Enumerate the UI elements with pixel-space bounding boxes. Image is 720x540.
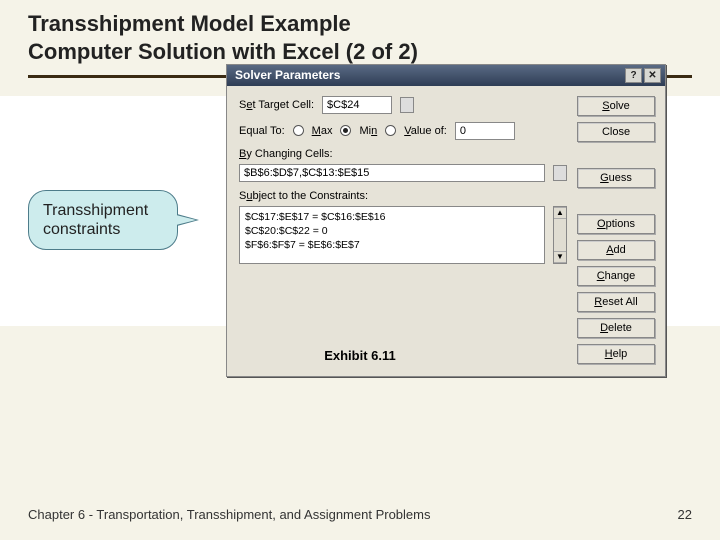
close-icon[interactable]: ✕ <box>644 68 661 83</box>
target-cell-label: Set Target Cell: <box>239 99 314 111</box>
figure-area: Transshipment constraints Solver Paramet… <box>0 96 720 326</box>
scroll-up-icon[interactable]: ▲ <box>554 207 566 219</box>
delete-button[interactable]: Delete <box>577 318 655 338</box>
changing-cells-input[interactable]: $B$6:$D$7,$C$13:$E$15 <box>239 164 545 182</box>
constraints-listbox[interactable]: $C$17:$E$17 = $C$16:$E$16 $C$20:$C$22 = … <box>239 206 545 264</box>
title-line-1: Transshipment Model Example <box>28 10 692 38</box>
solver-dialog: Solver Parameters ? ✕ Set Target Cell: $… <box>226 64 666 377</box>
page-number: 22 <box>678 507 692 522</box>
help-icon[interactable]: ? <box>625 68 642 83</box>
footer-text: Chapter 6 - Transportation, Transshipmen… <box>28 507 430 522</box>
help-button[interactable]: Help <box>577 344 655 364</box>
radio-max[interactable] <box>293 125 304 136</box>
add-button[interactable]: Add <box>577 240 655 260</box>
reset-all-button[interactable]: Reset All <box>577 292 655 312</box>
dialog-title: Solver Parameters <box>235 68 340 82</box>
constraint-row[interactable]: $C$17:$E$17 = $C$16:$E$16 <box>245 210 539 224</box>
radio-valueof[interactable] <box>385 125 396 136</box>
scroll-down-icon[interactable]: ▼ <box>554 251 566 263</box>
max-label: Max <box>312 125 333 137</box>
target-cell-input[interactable]: $C$24 <box>322 96 392 114</box>
change-button[interactable]: Change <box>577 266 655 286</box>
footer: Chapter 6 - Transportation, Transshipmen… <box>28 507 692 522</box>
constraint-row[interactable]: $C$20:$C$22 = 0 <box>245 224 539 238</box>
radio-min[interactable] <box>340 125 351 136</box>
title-block: Transshipment Model Example Computer Sol… <box>28 10 692 65</box>
constraints-label: Subject to the Constraints: <box>239 190 567 202</box>
close-button[interactable]: Close <box>577 122 655 142</box>
guess-button[interactable]: Guess <box>577 168 655 188</box>
equal-to-label: Equal To: <box>239 125 285 137</box>
callout-bubble: Transshipment constraints <box>28 190 178 250</box>
scrollbar[interactable]: ▲ ▼ <box>553 206 567 264</box>
constraint-row[interactable]: $F$6:$F$7 = $E$6:$E$7 <box>245 238 539 252</box>
range-picker-icon-2[interactable] <box>553 165 567 181</box>
title-line-2: Computer Solution with Excel (2 of 2) <box>28 38 692 66</box>
solve-button[interactable]: Solve <box>577 96 655 116</box>
options-button[interactable]: Options <box>577 214 655 234</box>
valueof-input[interactable]: 0 <box>455 122 515 140</box>
range-picker-icon[interactable] <box>400 97 414 113</box>
valueof-label: Value of: <box>404 125 447 137</box>
callout-text: Transshipment constraints <box>43 202 148 238</box>
dialog-titlebar[interactable]: Solver Parameters ? ✕ <box>227 65 665 86</box>
min-label: Min <box>359 125 377 137</box>
changing-cells-label: By Changing Cells: <box>239 148 567 160</box>
